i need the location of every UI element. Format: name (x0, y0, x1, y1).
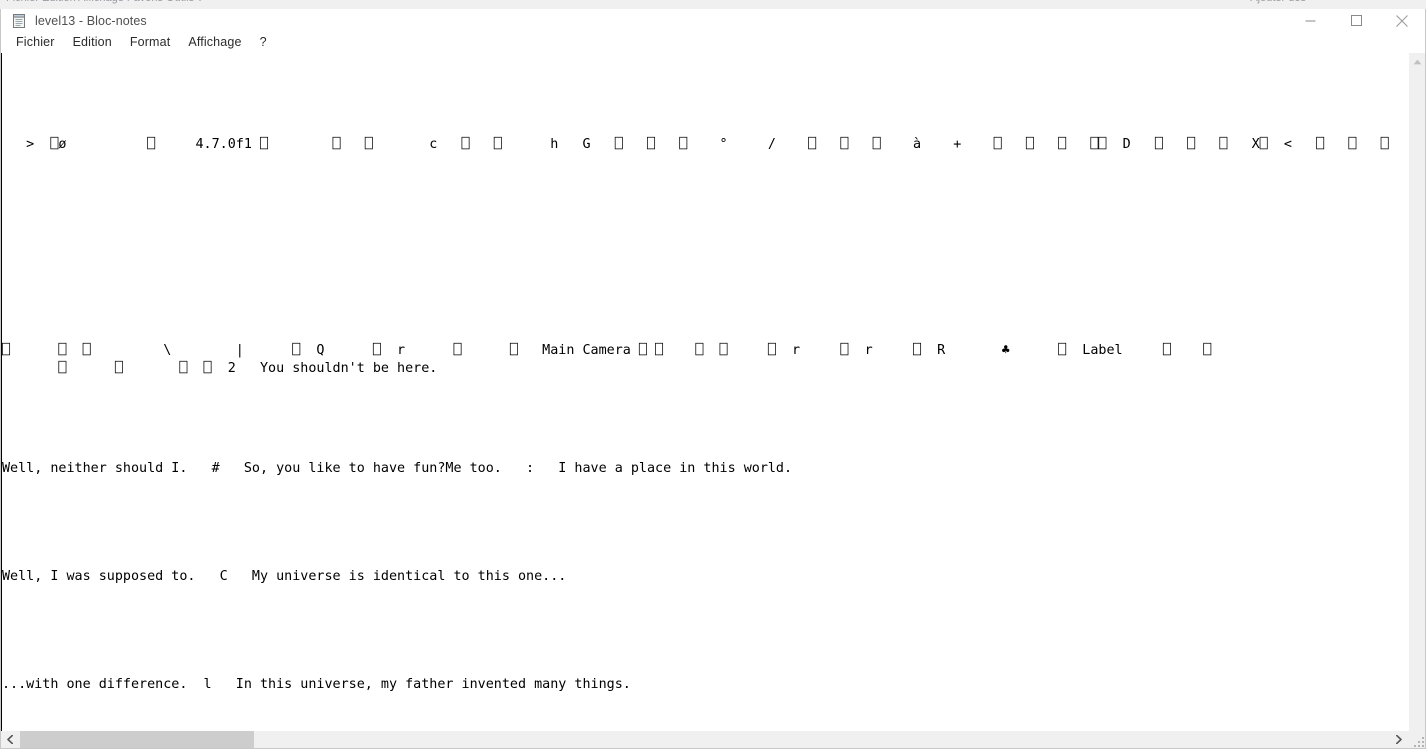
notepad-icon (11, 13, 27, 29)
menubar: Fichier Edition Format Affichage ? (1, 32, 1425, 53)
editor-wrapper: > ⎕ø ⎕ 4.7.0f1 ⎕ ⎕ ⎕ c ⎕ ⎕ h G ⎕ ⎕ ⎕ ° /… (1, 53, 1425, 748)
menu-edition[interactable]: Edition (64, 33, 121, 52)
horizontal-scrollbar-thumb[interactable] (20, 731, 254, 748)
horizontal-scrollbar[interactable] (1, 731, 1425, 748)
maximize-button[interactable] (1333, 9, 1379, 32)
background-window-strip: Fichier Edition Affichage Favoris Outils… (0, 0, 1426, 5)
minimize-button[interactable] (1287, 9, 1333, 32)
text-line: Well, I was supposed to. C My universe i… (2, 569, 567, 584)
menu-format[interactable]: Format (121, 33, 180, 52)
titlebar[interactable]: level13 - Bloc-notes (1, 9, 1425, 32)
scroll-right-arrow-icon[interactable] (1390, 731, 1407, 748)
window-title: level13 - Bloc-notes (35, 13, 147, 28)
notepad-app-window: Fichier Edition Affichage Favoris Outils… (0, 0, 1426, 749)
document-text[interactable]: > ⎕ø ⎕ 4.7.0f1 ⎕ ⎕ ⎕ c ⎕ ⎕ h G ⎕ ⎕ ⎕ ° /… (2, 53, 1408, 731)
background-window-right-text: Ajouter des (1250, 0, 1306, 5)
menu-fichier[interactable]: Fichier (7, 33, 64, 52)
scroll-up-arrow-icon[interactable] (1409, 53, 1426, 70)
scroll-left-arrow-icon[interactable] (1, 731, 18, 748)
menu-aide[interactable]: ? (251, 33, 276, 52)
close-button[interactable] (1379, 9, 1425, 32)
text-line-overlapping: ⎕ ⎕ ⎕ \ | ⎕ Q ⎕ r ⎕ ⎕ Main Camera ⎕ ⎕ ⎕ … (2, 343, 1408, 379)
text-line-lower: ⎕ ⎕ ⎕ ⎕ 2 You shouldn't be here. (2, 361, 438, 376)
text-line: > ⎕ø ⎕ 4.7.0f1 ⎕ ⎕ ⎕ c ⎕ ⎕ h G ⎕ ⎕ ⎕ ° /… (2, 137, 1408, 152)
text-line: Well, neither should I. # So, you like t… (2, 461, 793, 476)
background-window-left-text: Fichier Edition Affichage Favoris Outils… (6, 0, 203, 5)
menu-affichage[interactable]: Affichage (179, 33, 250, 52)
resize-grip[interactable] (1410, 733, 1424, 747)
vertical-scrollbar[interactable] (1408, 53, 1425, 731)
text-line-upper: ⎕ ⎕ ⎕ \ | ⎕ Q ⎕ r ⎕ ⎕ Main Camera ⎕ ⎕ ⎕ … (2, 343, 1212, 358)
text-line: ...with one difference. l In this univer… (2, 677, 631, 692)
window-controls (1287, 9, 1425, 32)
text-editor[interactable]: > ⎕ø ⎕ 4.7.0f1 ⎕ ⎕ ⎕ c ⎕ ⎕ h G ⎕ ⎕ ⎕ ° /… (1, 53, 1408, 731)
text-line (2, 235, 1408, 271)
notepad-window: level13 - Bloc-notes Fichier Edition For… (0, 9, 1426, 749)
